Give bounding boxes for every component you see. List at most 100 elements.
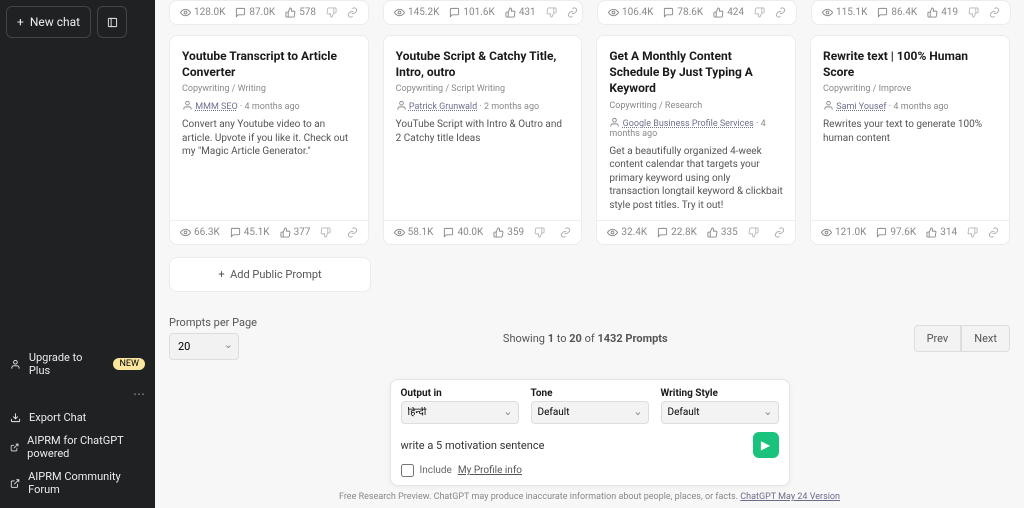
upgrade-button[interactable]: Upgrade to Plus NEW bbox=[10, 351, 145, 377]
include-profile-checkbox[interactable] bbox=[401, 464, 414, 477]
ppp-label: Prompts per Page bbox=[169, 316, 257, 329]
eye-icon bbox=[394, 7, 405, 18]
comments-stat: 97.6K bbox=[876, 227, 916, 238]
link-icon bbox=[347, 7, 358, 18]
views-stat: 66.3K bbox=[180, 227, 220, 238]
comments-stat: 40.0K bbox=[443, 227, 483, 238]
prompts-per-page-select[interactable]: 20 bbox=[169, 333, 239, 360]
output-label: Output in bbox=[401, 388, 519, 399]
comment-icon bbox=[657, 227, 668, 238]
prev-button[interactable]: Prev bbox=[914, 325, 962, 352]
sidebar-spacer: ⋯ bbox=[10, 387, 145, 401]
prompt-card[interactable]: Youtube Transcript to Article Converter … bbox=[169, 35, 369, 245]
author-link[interactable]: Google Business Profile Services bbox=[623, 119, 754, 129]
add-prompt-label: Add Public Prompt bbox=[230, 268, 322, 281]
writing-style-select[interactable]: Default bbox=[661, 401, 779, 424]
card-category: Copywriting / Script Writing bbox=[396, 84, 570, 94]
next-button[interactable]: Next bbox=[961, 325, 1010, 352]
copy-link-button[interactable] bbox=[560, 227, 571, 238]
views-stat: 106.4K bbox=[608, 7, 653, 18]
user-icon bbox=[10, 359, 21, 370]
copy-link-button[interactable] bbox=[989, 7, 1000, 18]
prompt-input[interactable] bbox=[401, 435, 745, 456]
eye-icon bbox=[608, 7, 619, 18]
eye-icon bbox=[394, 227, 405, 238]
copy-link-button[interactable] bbox=[347, 7, 358, 18]
card-title: Youtube Script & Catchy Title, Intro, ou… bbox=[396, 48, 570, 80]
link-icon bbox=[775, 7, 786, 18]
card-time: 2 months ago bbox=[484, 102, 539, 112]
output-language-select[interactable]: हिन्दी bbox=[401, 401, 519, 424]
thumb-down-button[interactable] bbox=[754, 7, 765, 18]
copy-link-button[interactable] bbox=[988, 227, 999, 238]
link-icon bbox=[989, 7, 1000, 18]
copy-link-button[interactable] bbox=[775, 7, 786, 18]
prompt-card[interactable]: Get A Monthly Content Schedule By Just T… bbox=[596, 35, 796, 245]
main-content: 128.0K 87.0K 578 145.2K 101.6K 431 106.4… bbox=[155, 0, 1024, 508]
tone-select[interactable]: Default bbox=[531, 401, 649, 424]
thumb-up-icon bbox=[713, 7, 724, 18]
comment-icon bbox=[235, 7, 246, 18]
comment-icon bbox=[663, 7, 674, 18]
add-public-prompt-button[interactable]: + Add Public Prompt bbox=[169, 257, 371, 292]
thumb-down-button[interactable] bbox=[968, 7, 979, 18]
eye-icon bbox=[180, 7, 191, 18]
author-link[interactable]: MMM SEO bbox=[195, 102, 237, 112]
comment-icon bbox=[877, 7, 888, 18]
thumb-down-button[interactable] bbox=[534, 227, 545, 238]
comments-stat: 86.4K bbox=[877, 7, 917, 18]
new-badge: NEW bbox=[113, 358, 145, 370]
new-chat-button[interactable]: + New chat bbox=[6, 6, 91, 38]
card-category: Copywriting / Research bbox=[609, 101, 783, 111]
send-button[interactable]: ▶ bbox=[753, 432, 779, 458]
thumb-down-icon bbox=[546, 7, 557, 18]
external-icon bbox=[10, 442, 19, 453]
sidebar-item-label: AIPRM for ChatGPT powered bbox=[27, 434, 145, 460]
toggle-sidebar-button[interactable] bbox=[97, 6, 127, 38]
author-icon bbox=[609, 117, 620, 128]
comment-icon bbox=[230, 227, 241, 238]
new-chat-label: New chat bbox=[30, 15, 80, 29]
comments-stat: 22.8K bbox=[657, 227, 697, 238]
thumb-down-button[interactable] bbox=[326, 7, 337, 18]
card-time: 4 months ago bbox=[893, 102, 948, 112]
likes-stat: 431 bbox=[505, 7, 536, 18]
copy-link-button[interactable] bbox=[567, 7, 578, 18]
showing-text: Showing 1 to 20 of 1432 Prompts bbox=[257, 332, 914, 345]
card-description: YouTube Script with Intro & Outro and 2 … bbox=[396, 118, 570, 145]
my-profile-link[interactable]: My Profile info bbox=[458, 465, 522, 476]
card-description: Get a beautifully organized 4-week conte… bbox=[609, 145, 783, 213]
thumb-up-icon bbox=[926, 227, 937, 238]
thumb-down-icon bbox=[754, 7, 765, 18]
eye-icon bbox=[607, 227, 618, 238]
thumb-down-button[interactable] bbox=[748, 227, 759, 238]
copy-link-button[interactable] bbox=[347, 227, 358, 238]
author-link[interactable]: Sami Yousef bbox=[836, 102, 886, 112]
views-stat: 115.1K bbox=[822, 7, 867, 18]
thumb-down-button[interactable] bbox=[967, 227, 978, 238]
author-icon bbox=[182, 100, 193, 111]
likes-stat: 314 bbox=[926, 227, 957, 238]
prompt-card[interactable]: Rewrite text | 100% Human Score Copywrit… bbox=[810, 35, 1010, 245]
comments-stat: 78.6K bbox=[663, 7, 703, 18]
thumb-down-button[interactable] bbox=[546, 7, 557, 18]
likes-stat: 377 bbox=[280, 227, 311, 238]
prompt-card[interactable]: Youtube Script & Catchy Title, Intro, ou… bbox=[383, 35, 583, 245]
aiprm-powered-link[interactable]: AIPRM for ChatGPT powered bbox=[10, 434, 145, 460]
thumb-down-icon bbox=[748, 227, 759, 238]
aiprm-forum-link[interactable]: AIPRM Community Forum bbox=[10, 470, 145, 496]
likes-stat: 359 bbox=[493, 227, 524, 238]
more-icon[interactable]: ⋯ bbox=[133, 387, 145, 401]
prompt-card-stats: 128.0K 87.0K 578 bbox=[169, 0, 369, 25]
copy-link-button[interactable] bbox=[774, 227, 785, 238]
version-link[interactable]: ChatGPT May 24 Version bbox=[740, 492, 840, 502]
export-chat-button[interactable]: Export Chat bbox=[10, 411, 145, 424]
thumb-up-icon bbox=[927, 7, 938, 18]
author-link[interactable]: Patrick Grunwald bbox=[409, 102, 477, 112]
author-icon bbox=[823, 100, 834, 111]
sidebar: + New chat Upgrade to Plus NEW ⋯ Export … bbox=[0, 0, 155, 508]
views-stat: 32.4K bbox=[607, 227, 647, 238]
link-icon bbox=[774, 227, 785, 238]
views-stat: 121.0K bbox=[821, 227, 866, 238]
thumb-down-button[interactable] bbox=[320, 227, 331, 238]
